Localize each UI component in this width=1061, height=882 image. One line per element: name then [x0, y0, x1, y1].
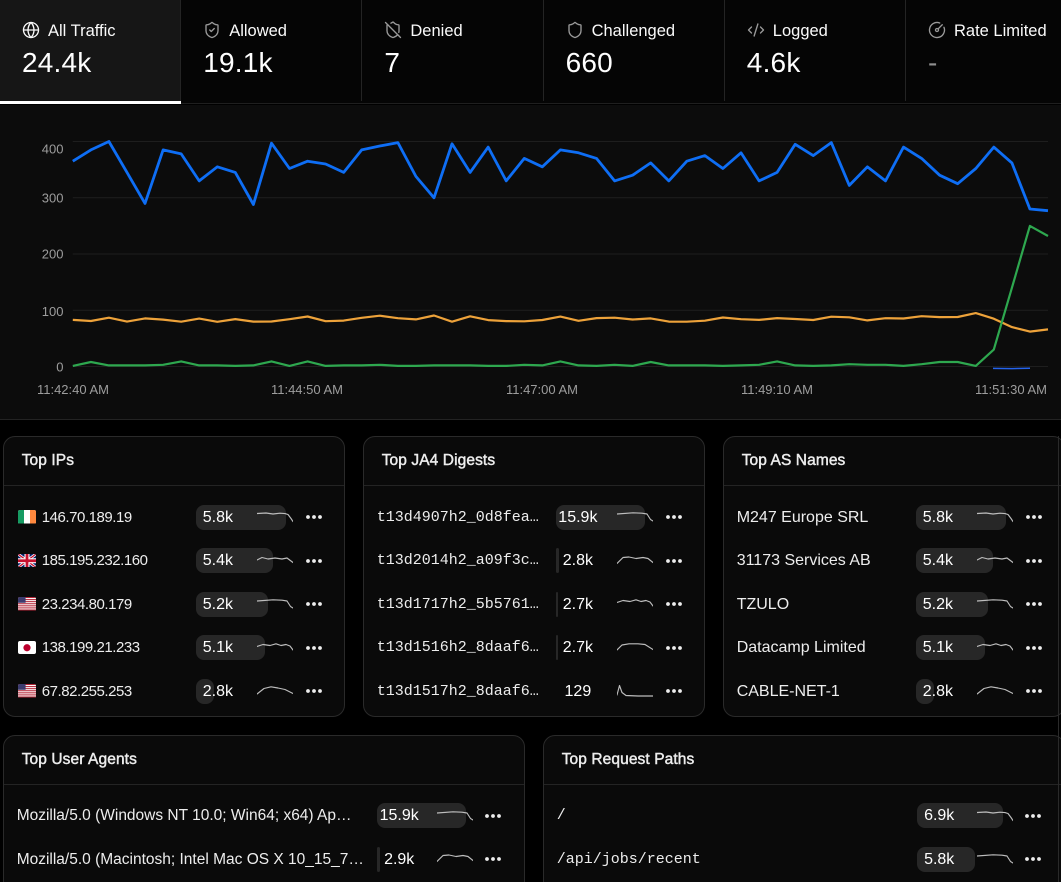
svg-text:100: 100 — [42, 304, 64, 319]
svg-text:300: 300 — [42, 190, 64, 205]
svg-text:0: 0 — [56, 359, 63, 374]
svg-text:200: 200 — [42, 247, 64, 262]
svg-text:400: 400 — [42, 142, 64, 157]
